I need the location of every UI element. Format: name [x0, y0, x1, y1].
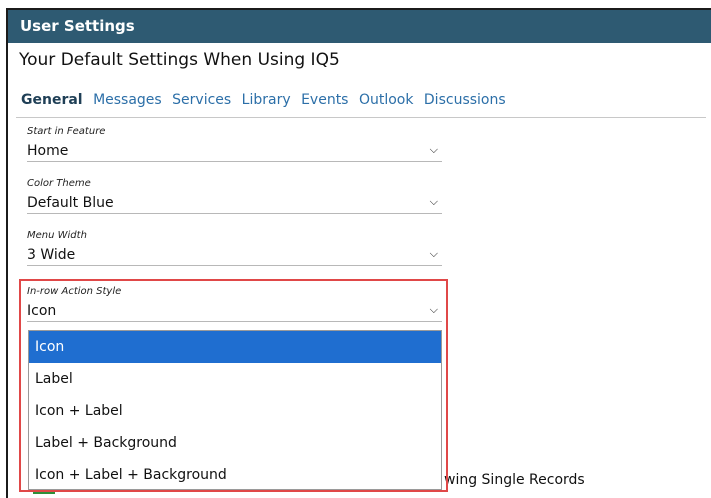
tab-general[interactable]: General [21, 92, 83, 108]
tabs-divider [16, 117, 706, 118]
window-titlebar: User Settings [8, 10, 711, 43]
chevron-down-icon: ⌵ [429, 195, 438, 208]
setting-menu-width: Menu Width 3 Wide ⌵ [27, 230, 442, 266]
background-setting-text: wing Single Records [444, 472, 585, 488]
tab-events[interactable]: Events [301, 92, 348, 108]
tab-library[interactable]: Library [242, 92, 291, 108]
start-feature-value: Home [27, 143, 69, 159]
color-theme-select[interactable]: Default Blue ⌵ [27, 193, 442, 214]
menu-width-value: 3 Wide [27, 247, 76, 263]
chevron-down-icon: ⌵ [429, 247, 438, 260]
tab-outlook[interactable]: Outlook [359, 92, 414, 108]
start-feature-label: Start in Feature [27, 126, 106, 137]
color-theme-value: Default Blue [27, 195, 114, 211]
tab-messages[interactable]: Messages [93, 92, 162, 108]
setting-start-feature: Start in Feature Home ⌵ [27, 126, 442, 162]
tab-services[interactable]: Services [172, 92, 231, 108]
color-theme-label: Color Theme [27, 178, 91, 189]
settings-tabs: General Messages Services Library Events… [21, 92, 512, 108]
menu-width-label: Menu Width [27, 230, 87, 241]
window-title: User Settings [20, 17, 135, 35]
highlight-annotation [19, 279, 448, 492]
tab-discussions[interactable]: Discussions [424, 92, 506, 108]
start-feature-select[interactable]: Home ⌵ [27, 141, 442, 162]
page-heading: Your Default Settings When Using IQ5 [19, 50, 340, 70]
menu-width-select[interactable]: 3 Wide ⌵ [27, 245, 442, 266]
chevron-down-icon: ⌵ [429, 143, 438, 156]
setting-color-theme: Color Theme Default Blue ⌵ [27, 178, 442, 214]
